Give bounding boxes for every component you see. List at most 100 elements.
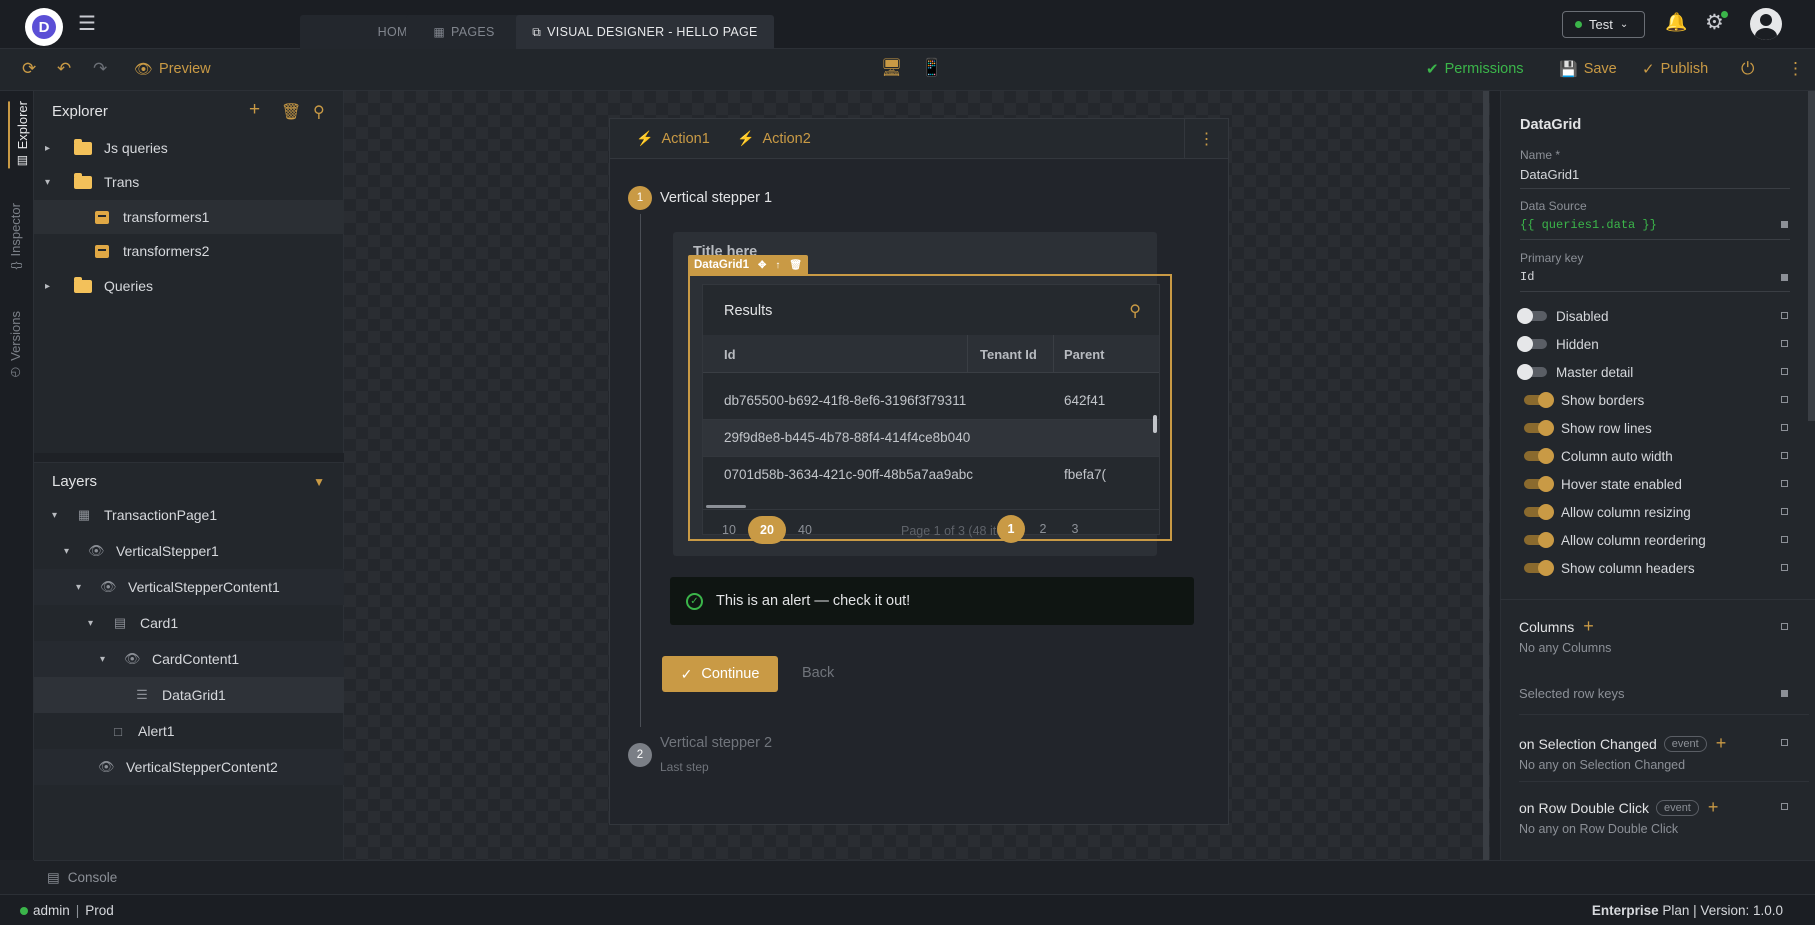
delete-icon[interactable]: 🗑 [789,260,802,271]
grid-vertical-scrollbar[interactable] [1153,415,1157,433]
datasource-field[interactable]: {{ queries1.data }} [1520,218,1790,240]
back-button[interactable]: Back [802,665,834,681]
toggle-switch[interactable] [1524,476,1554,492]
side-tab-explorer[interactable]: ▤ Explorer [8,101,30,169]
toggle-show-borders[interactable]: Show borders [1524,390,1644,410]
step-1-title[interactable]: Vertical stepper 1 [660,190,772,206]
add-event-icon[interactable]: + [1716,733,1727,754]
undo-icon[interactable]: ↶ [57,59,71,79]
table-row[interactable]: 29f9d8e8-b445-4b78-88f4-414f4ce8b040 [703,420,1159,457]
more-vertical-icon[interactable]: ⋮ [1184,119,1228,159]
tab-pages[interactable]: ▦ PAGES [406,15,522,49]
trash-icon[interactable]: 🗑 [281,102,301,122]
tree-folder-queries[interactable]: ▸ Queries [34,269,344,303]
step-2-title[interactable]: Vertical stepper 2 [660,735,772,751]
chevron-down-icon[interactable]: ▼ [313,475,325,489]
more-vertical-icon[interactable]: ⋮ [1787,59,1804,79]
toggle-switch[interactable] [1524,448,1554,464]
refresh-icon[interactable]: ⟳ [22,59,36,79]
binding-icon[interactable] [1781,623,1788,630]
page-size-10[interactable]: 10 [710,516,748,544]
binding-icon[interactable] [1781,480,1788,487]
binding-icon[interactable] [1781,396,1788,403]
toggle-switch[interactable] [1524,420,1554,436]
mobile-view-icon[interactable]: 📱 [921,58,942,78]
tab-visual-designer[interactable]: ⧉ VISUAL DESIGNER - HELLO PAGE [516,15,774,49]
page-size-40[interactable]: 40 [786,516,824,544]
datagrid-selection[interactable]: Results ⚲ Id Tenant Id Parent db765500-b… [688,274,1172,544]
layer-alert1[interactable]: □ Alert1 [34,713,344,749]
bell-icon[interactable]: 🔔 [1665,12,1687,33]
save-button[interactable]: 💾 Save [1559,60,1617,78]
step-1-badge[interactable]: 1 [628,186,652,210]
add-column-icon[interactable]: + [1583,616,1594,637]
table-row[interactable]: 0701d58b-3634-421c-90ff-48b5a7aa9abc fbef… [703,457,1159,494]
column-header-tenant-id[interactable]: Tenant Id [980,347,1037,362]
binding-icon[interactable] [1781,690,1788,697]
permissions-button[interactable]: ✔ Permissions [1426,60,1524,78]
console-bar[interactable]: ▤ Console [34,860,1815,894]
toggle-show-column-headers[interactable]: Show column headers [1524,558,1695,578]
toggle-allow-column-resizing[interactable]: Allow column resizing [1524,502,1691,522]
action1-button[interactable]: ⚡ Action1 [636,130,710,147]
avatar[interactable] [1750,8,1782,40]
binding-icon[interactable] [1781,368,1788,375]
layer-verticalsteppercontent1[interactable]: ▾ 👁 VerticalStepperContent1 [34,569,344,605]
layer-cardcontent1[interactable]: ▾ 👁 CardContent1 [34,641,344,677]
tree-folder-trans[interactable]: ▾ Trans [34,165,344,199]
layer-datagrid1[interactable]: ☰ DataGrid1 [34,677,344,713]
binding-icon[interactable] [1781,340,1788,347]
column-header-parent[interactable]: Parent [1064,347,1104,362]
properties-scrollbar[interactable] [1808,91,1815,421]
search-icon[interactable]: ⚲ [313,102,325,122]
toggle-switch[interactable] [1524,532,1554,548]
redo-icon[interactable]: ↷ [93,59,107,79]
layer-verticalsteppercontent2[interactable]: 👁 VerticalStepperContent2 [34,749,344,785]
datasource-binding-icon[interactable] [1781,221,1788,228]
column-header-id[interactable]: Id [724,347,736,362]
preview-button[interactable]: 👁 Preview [134,60,211,78]
binding-icon[interactable] [1781,312,1788,319]
toggle-switch[interactable] [1524,504,1554,520]
binding-icon[interactable] [1781,803,1788,810]
binding-icon[interactable] [1781,739,1788,746]
grid-horizontal-scrollbar[interactable] [706,505,746,508]
canvas-scrollbar[interactable] [1483,91,1489,860]
tree-file-transformers2[interactable]: transformers2 [34,234,344,268]
step-2-badge[interactable]: 2 [628,743,652,767]
search-icon[interactable]: ⚲ [1129,301,1141,321]
page-1-button[interactable]: 1 [997,515,1025,543]
toggle-disabled[interactable]: Disabled [1517,306,1609,326]
binding-icon[interactable] [1781,424,1788,431]
add-event-icon[interactable]: + [1708,797,1719,818]
page-3-button[interactable]: 3 [1061,515,1089,543]
side-tab-versions[interactable]: ◷ Versions [8,311,23,380]
toggle-allow-column-reordering[interactable]: Allow column reordering [1524,530,1706,550]
name-field[interactable]: DataGrid1 [1520,167,1790,189]
table-row[interactable]: db765500-b692-41f8-8ef6-3196f3f79311 642f… [703,383,1159,420]
binding-icon[interactable] [1781,536,1788,543]
arrow-up-icon[interactable]: ↑ [775,260,780,271]
move-icon[interactable]: ✥ [758,260,766,271]
binding-icon[interactable] [1781,452,1788,459]
primarykey-binding-icon[interactable] [1781,274,1788,281]
tree-file-transformers1[interactable]: transformers1 [34,200,344,234]
page-2-button[interactable]: 2 [1029,515,1057,543]
layer-verticalstepper1[interactable]: ▾ 👁 VerticalStepper1 [34,533,344,569]
primarykey-field[interactable]: Id [1520,270,1790,292]
desktop-view-icon[interactable]: 🖥 [881,58,903,78]
continue-button[interactable]: ✓ Continue [662,656,778,692]
action2-button[interactable]: ⚡ Action2 [737,130,811,147]
toggle-show-row-lines[interactable]: Show row lines [1524,418,1652,438]
app-logo[interactable]: D [25,8,63,46]
tree-folder-js-queries[interactable]: ▸ Js queries [34,131,344,165]
toggle-column-auto-width[interactable]: Column auto width [1524,446,1673,466]
add-icon[interactable]: + [249,99,260,121]
toggle-switch[interactable] [1524,560,1554,576]
gear-icon[interactable]: ⚙ [1705,10,1728,35]
power-icon[interactable]: ⏻ [1741,59,1754,79]
toggle-switch[interactable] [1517,364,1547,380]
page-size-20[interactable]: 20 [748,516,786,544]
binding-icon[interactable] [1781,508,1788,515]
layer-card1[interactable]: ▾ ▤ Card1 [34,605,344,641]
